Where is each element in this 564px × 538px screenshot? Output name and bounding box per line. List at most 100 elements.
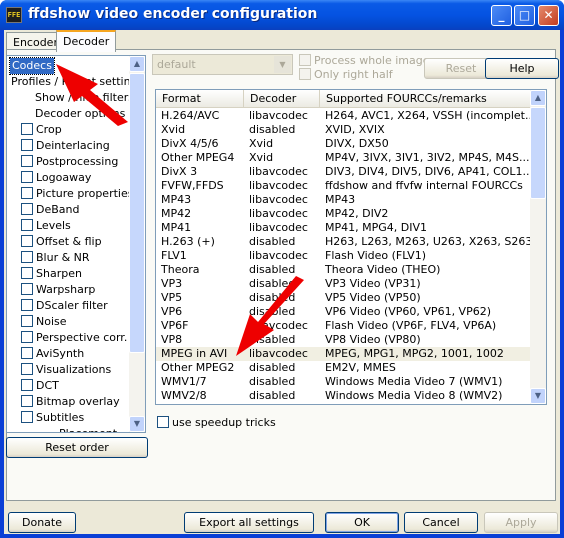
preset-select[interactable]: default ▼ [152, 54, 293, 75]
decoder-cell[interactable]: disabled [244, 375, 320, 389]
decoder-cell[interactable]: libavcodec [244, 179, 320, 193]
sidebar-item[interactable]: Perspective corr. [21, 330, 127, 346]
scroll-thumb[interactable] [530, 107, 546, 199]
sidebar-item-checkbox[interactable] [21, 395, 33, 407]
sidebar-item-checkbox[interactable] [21, 379, 33, 391]
minimize-button[interactable]: _ [491, 5, 512, 26]
table-row[interactable]: VP6disabledVP6 Video (VP60, VP61, VP62) [156, 305, 532, 319]
sidebar-item-checkbox[interactable] [21, 187, 33, 199]
table-row[interactable]: Other MPEG4 Xvid MP4V, 3IVX, 3IV1, 3IV2, M… [156, 151, 532, 165]
sidebar-item[interactable]: Picture properties [21, 186, 133, 202]
sidebar-item-checkbox[interactable] [21, 203, 33, 215]
sidebar-item[interactable]: Sharpen [21, 266, 82, 282]
cancel-button[interactable]: Cancel [404, 512, 478, 533]
sidebar-item-checkbox[interactable] [21, 411, 33, 423]
table-row[interactable]: WMV1/7 disabled Windows Media Video 7 (WMV… [156, 375, 532, 389]
sidebar-item[interactable]: Placement [59, 426, 117, 432]
decoder-cell[interactable]: Xvid [244, 137, 320, 151]
decoder-cell[interactable]: disabled [244, 263, 320, 277]
table-row[interactable]: DivX 3 libavcodec DIV3, DIV4, DIV5, DIV6, … [156, 165, 532, 179]
decoder-cell[interactable]: Xvid [244, 151, 320, 165]
sidebar-item-checkbox[interactable] [21, 347, 33, 359]
codecs-list[interactable]: Format Decoder Supported FOURCCs/remarks… [155, 89, 547, 405]
export-all-settings-button[interactable]: Export all settings [184, 512, 314, 533]
sidebar-item-checkbox[interactable] [21, 139, 33, 151]
decoder-cell[interactable]: libavcodec [244, 109, 320, 123]
sidebar-item[interactable]: Bitmap overlay [21, 394, 120, 410]
sidebar-item[interactable]: DCT [21, 378, 59, 394]
sidebar-item-checkbox[interactable] [21, 123, 33, 135]
sidebar-item-checkbox[interactable] [21, 251, 33, 263]
decoder-cell[interactable]: disabled [244, 361, 320, 375]
table-row[interactable]: WMV2/8 disabled Windows Media Video 8 (WMV… [156, 389, 532, 403]
sidebar-item-checkbox[interactable] [21, 331, 33, 343]
sidebar-item-checkbox[interactable] [21, 283, 33, 295]
sidebar-item[interactable]: Subtitles [21, 410, 84, 426]
scroll-up-button[interactable]: ▲ [530, 90, 546, 106]
sidebar-item[interactable]: Noise [21, 314, 67, 330]
scroll-down-button[interactable]: ▼ [129, 416, 145, 432]
decoder-cell[interactable]: libavcodec [244, 221, 320, 235]
table-row[interactable]: Xvid disabled XVID, XVIX [156, 123, 532, 137]
decoder-cell[interactable]: disabled [244, 389, 320, 403]
sidebar-item-checkbox[interactable] [21, 219, 33, 231]
close-button[interactable]: ✕ [538, 5, 559, 26]
decoder-cell[interactable]: libavcodec [244, 207, 320, 221]
table-row[interactable]: DivX 4/5/6 Xvid DIVX, DX50 [156, 137, 532, 151]
codecs-list-scrollbar[interactable]: ▲ ▼ [530, 90, 546, 404]
table-row[interactable]: VP3 disabled VP3 Video (VP31) [156, 277, 532, 291]
donate-button[interactable]: Donate [8, 512, 76, 533]
sidebar-item[interactable]: Warpsharp [21, 282, 95, 298]
decoder-cell[interactable]: libavcodec [244, 165, 320, 179]
sidebar-item[interactable]: Visualizations [21, 362, 111, 378]
sidebar-item-checkbox[interactable] [21, 363, 33, 375]
apply-button[interactable]: Apply [484, 512, 558, 533]
sidebar-item[interactable]: Deinterlacing [21, 138, 110, 154]
decoder-cell[interactable]: disabled [244, 123, 320, 137]
sidebar-item[interactable]: AviSynth [21, 346, 84, 362]
process-whole-image-checkbox[interactable]: Process whole image [299, 54, 430, 68]
table-row[interactable]: MPEG in AVI libavcodec MPEG, MPG1, MPG2, 1… [156, 347, 532, 361]
sidebar-item[interactable]: DeBand [21, 202, 79, 218]
table-row[interactable]: VP6F libavcodec Flash Video (VP6F, FLV4, V… [156, 319, 532, 333]
help-button[interactable]: Help [485, 58, 559, 79]
sidebar-item[interactable]: Logoaway [21, 170, 91, 186]
maximize-button[interactable]: □ [514, 5, 535, 26]
sidebar-item-checkbox[interactable] [21, 315, 33, 327]
title-bar[interactable]: FFE ffdshow video encoder configuration … [0, 0, 564, 30]
table-row[interactable]: H.264/AVC libavcodec H264, AVC1, X264, VSS… [156, 109, 532, 123]
column-header-format[interactable]: Format [156, 90, 244, 108]
column-header-fourccs[interactable]: Supported FOURCCs/remarks [320, 90, 532, 108]
sidebar-item-checkbox[interactable] [21, 299, 33, 311]
sidebar-item-checkbox[interactable] [21, 235, 33, 247]
table-row[interactable]: MP41 libavcodec MP41, MPG4, DIV1 [156, 221, 532, 235]
sidebar-item[interactable]: Blur & NR [21, 250, 90, 266]
table-row[interactable]: Other MPEG2 disabled EM2V, MMES [156, 361, 532, 375]
scroll-down-button[interactable]: ▼ [530, 388, 546, 404]
speedup-tricks-checkbox[interactable]: use speedup tricks [157, 416, 276, 430]
table-row[interactable]: MP42 libavcodec MP42, DIV2 [156, 207, 532, 221]
ok-button[interactable]: OK [325, 512, 399, 533]
table-row[interactable]: FLV1 libavcodec Flash Video (FLV1) [156, 249, 532, 263]
sidebar-item-checkbox[interactable] [21, 155, 33, 167]
decoder-cell[interactable]: libavcodec [244, 193, 320, 207]
reset-order-button[interactable]: Reset order [6, 437, 148, 458]
table-row[interactable]: FVFW,FFDS libavcodec ffdshow and ffvfw int… [156, 179, 532, 193]
sidebar-item[interactable]: Postprocessing [21, 154, 118, 170]
sidebar-item-checkbox[interactable] [21, 171, 33, 183]
sidebar-item[interactable]: Offset & flip [21, 234, 102, 250]
sidebar-item[interactable]: DScaler filter [21, 298, 108, 314]
sidebar-item[interactable]: Levels [21, 218, 71, 234]
table-row[interactable]: VP8 disabled VP8 Video (VP80) [156, 333, 532, 347]
sidebar-item-checkbox[interactable] [21, 267, 33, 279]
table-row[interactable]: VP5 disabled VP5 Video (VP50) [156, 291, 532, 305]
table-row[interactable]: Theora disabled Theora Video (THEO) [156, 263, 532, 277]
decoder-cell[interactable]: libavcodec [244, 249, 320, 263]
sidebar-item[interactable]: Codecs [9, 57, 55, 75]
column-header-decoder[interactable]: Decoder [244, 90, 320, 108]
only-right-half-checkbox[interactable]: Only right half [299, 68, 393, 82]
decoder-cell[interactable]: disabled [244, 235, 320, 249]
tab-decoder[interactable]: Decoder [56, 30, 117, 52]
table-row[interactable]: MP43 libavcodec MP43 [156, 193, 532, 207]
table-row[interactable]: H.263 (+) disabled H263, L263, M263, U263,… [156, 235, 532, 249]
